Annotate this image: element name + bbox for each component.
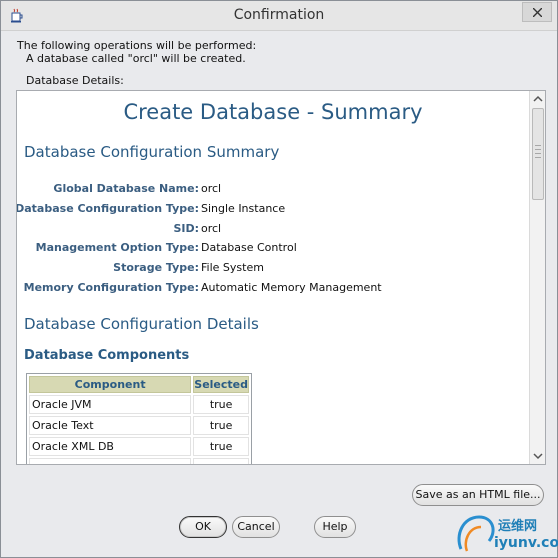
section-config-details: Database Configuration Details: [24, 315, 259, 333]
field-value: Database Control: [201, 241, 297, 254]
field-value: orcl: [201, 182, 222, 195]
grip-line: [535, 153, 541, 155]
save-as-html-button[interactable]: Save as an HTML file...: [412, 484, 544, 506]
cell-component: [29, 458, 192, 464]
section-db-components: Database Components: [24, 348, 190, 363]
field-label: SID:: [173, 222, 199, 235]
cell-selected: [193, 458, 249, 464]
operations-info: The following operations will be perform…: [17, 39, 256, 65]
scrollbar-thumb[interactable]: [532, 108, 544, 200]
cancel-button[interactable]: Cancel: [232, 516, 280, 538]
cell-selected: true: [193, 395, 249, 414]
field-label: Storage Type:: [113, 261, 199, 274]
table-header-row: Component Selected: [29, 376, 249, 393]
grip-line: [535, 157, 541, 159]
column-header-component: Component: [29, 376, 192, 393]
field-value: Single Instance: [201, 202, 286, 215]
site-watermark: 运维网 iyunv.com: [453, 511, 558, 557]
cell-selected: true: [193, 416, 249, 435]
dialog-body: The following operations will be perform…: [8, 32, 551, 552]
close-button[interactable]: [522, 2, 552, 22]
watermark-domain: iyunv.com: [494, 535, 558, 551]
info-line-1: The following operations will be perform…: [17, 39, 257, 52]
field-global-db-name: Global Database Name: orcl: [17, 182, 529, 197]
summary-title: Create Database - Summary: [123, 100, 423, 124]
close-icon: [533, 8, 542, 17]
field-label: Database Configuration Type:: [17, 202, 199, 215]
scroll-down-arrow-icon[interactable]: [533, 452, 543, 460]
table-row: Oracle JVM true: [29, 395, 249, 414]
cell-selected: true: [193, 437, 249, 456]
window-title: Confirmation: [233, 7, 325, 23]
field-label: Management Option Type:: [35, 241, 199, 254]
grip-line: [535, 149, 541, 151]
info-line-2: A database called "orcl" will be created…: [26, 52, 246, 65]
vertical-scrollbar[interactable]: [529, 91, 545, 464]
table-row: [29, 458, 249, 464]
field-management-option: Management Option Type: Database Control: [17, 241, 529, 256]
field-storage-type: Storage Type: File System: [17, 261, 529, 276]
cell-component: Oracle JVM: [29, 395, 192, 414]
title-bar[interactable]: Confirmation: [1, 1, 557, 31]
summary-scroll-pane[interactable]: Create Database - Summary Database Confi…: [16, 90, 546, 465]
summary-content: Create Database - Summary Database Confi…: [17, 91, 529, 464]
watermark-swirl-logo: [457, 515, 495, 552]
field-value: orcl: [201, 222, 222, 235]
cell-component: Oracle XML DB: [29, 437, 192, 456]
help-button[interactable]: Help: [314, 516, 356, 538]
grip-line: [535, 145, 541, 147]
watermark-brand: 运维网: [498, 519, 538, 534]
cell-component: Oracle Text: [29, 416, 192, 435]
ok-button[interactable]: OK: [179, 516, 227, 538]
field-label: Global Database Name:: [53, 182, 199, 195]
column-header-selected: Selected: [193, 376, 249, 393]
field-value: File System: [201, 261, 264, 274]
field-value: Automatic Memory Management: [201, 281, 382, 294]
database-details-label: Database Details:: [26, 74, 124, 87]
confirmation-dialog: Confirmation The following operations wi…: [0, 0, 558, 558]
section-config-summary: Database Configuration Summary: [24, 143, 280, 161]
table-row: Oracle Text true: [29, 416, 249, 435]
field-db-config-type: Database Configuration Type: Single Inst…: [17, 202, 529, 217]
field-sid: SID: orcl: [17, 222, 529, 237]
scroll-up-arrow-icon[interactable]: [533, 95, 543, 103]
table-row: Oracle XML DB true: [29, 437, 249, 456]
field-label: Memory Configuration Type:: [23, 281, 199, 294]
field-memory-config: Memory Configuration Type: Automatic Mem…: [17, 281, 529, 296]
components-table: Component Selected Oracle JVM true Oracl…: [26, 373, 252, 464]
